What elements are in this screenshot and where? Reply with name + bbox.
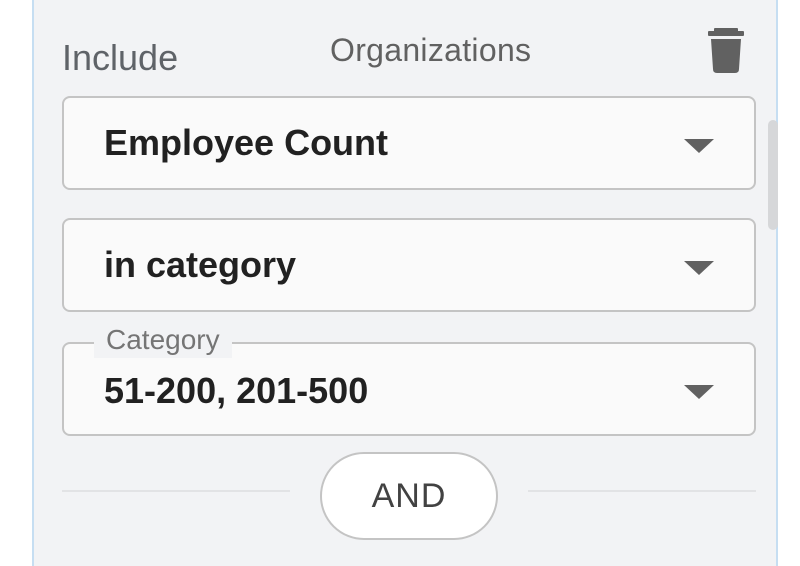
divider-right xyxy=(528,490,756,492)
category-select[interactable]: Category 51-200, 201-500 xyxy=(62,322,756,436)
field-select[interactable]: Employee Count xyxy=(62,96,756,190)
chevron-down-icon xyxy=(684,385,714,399)
divider-left xyxy=(62,490,290,492)
operator-select-value: in category xyxy=(104,244,297,285)
trash-icon[interactable] xyxy=(704,26,748,74)
include-label: Include xyxy=(62,37,179,78)
category-select-value: 51-200, 201-500 xyxy=(104,370,369,411)
chevron-down-icon xyxy=(684,261,714,275)
field-select-value: Employee Count xyxy=(104,122,389,163)
filter-editor-page: Include Organizations Employee Count in … xyxy=(0,0,800,566)
and-button[interactable]: AND xyxy=(320,452,498,540)
scrollbar-thumb[interactable] xyxy=(768,120,778,230)
entity-label: Organizations xyxy=(330,32,532,68)
operator-select[interactable]: in category xyxy=(62,218,756,312)
chevron-down-icon xyxy=(684,139,714,153)
